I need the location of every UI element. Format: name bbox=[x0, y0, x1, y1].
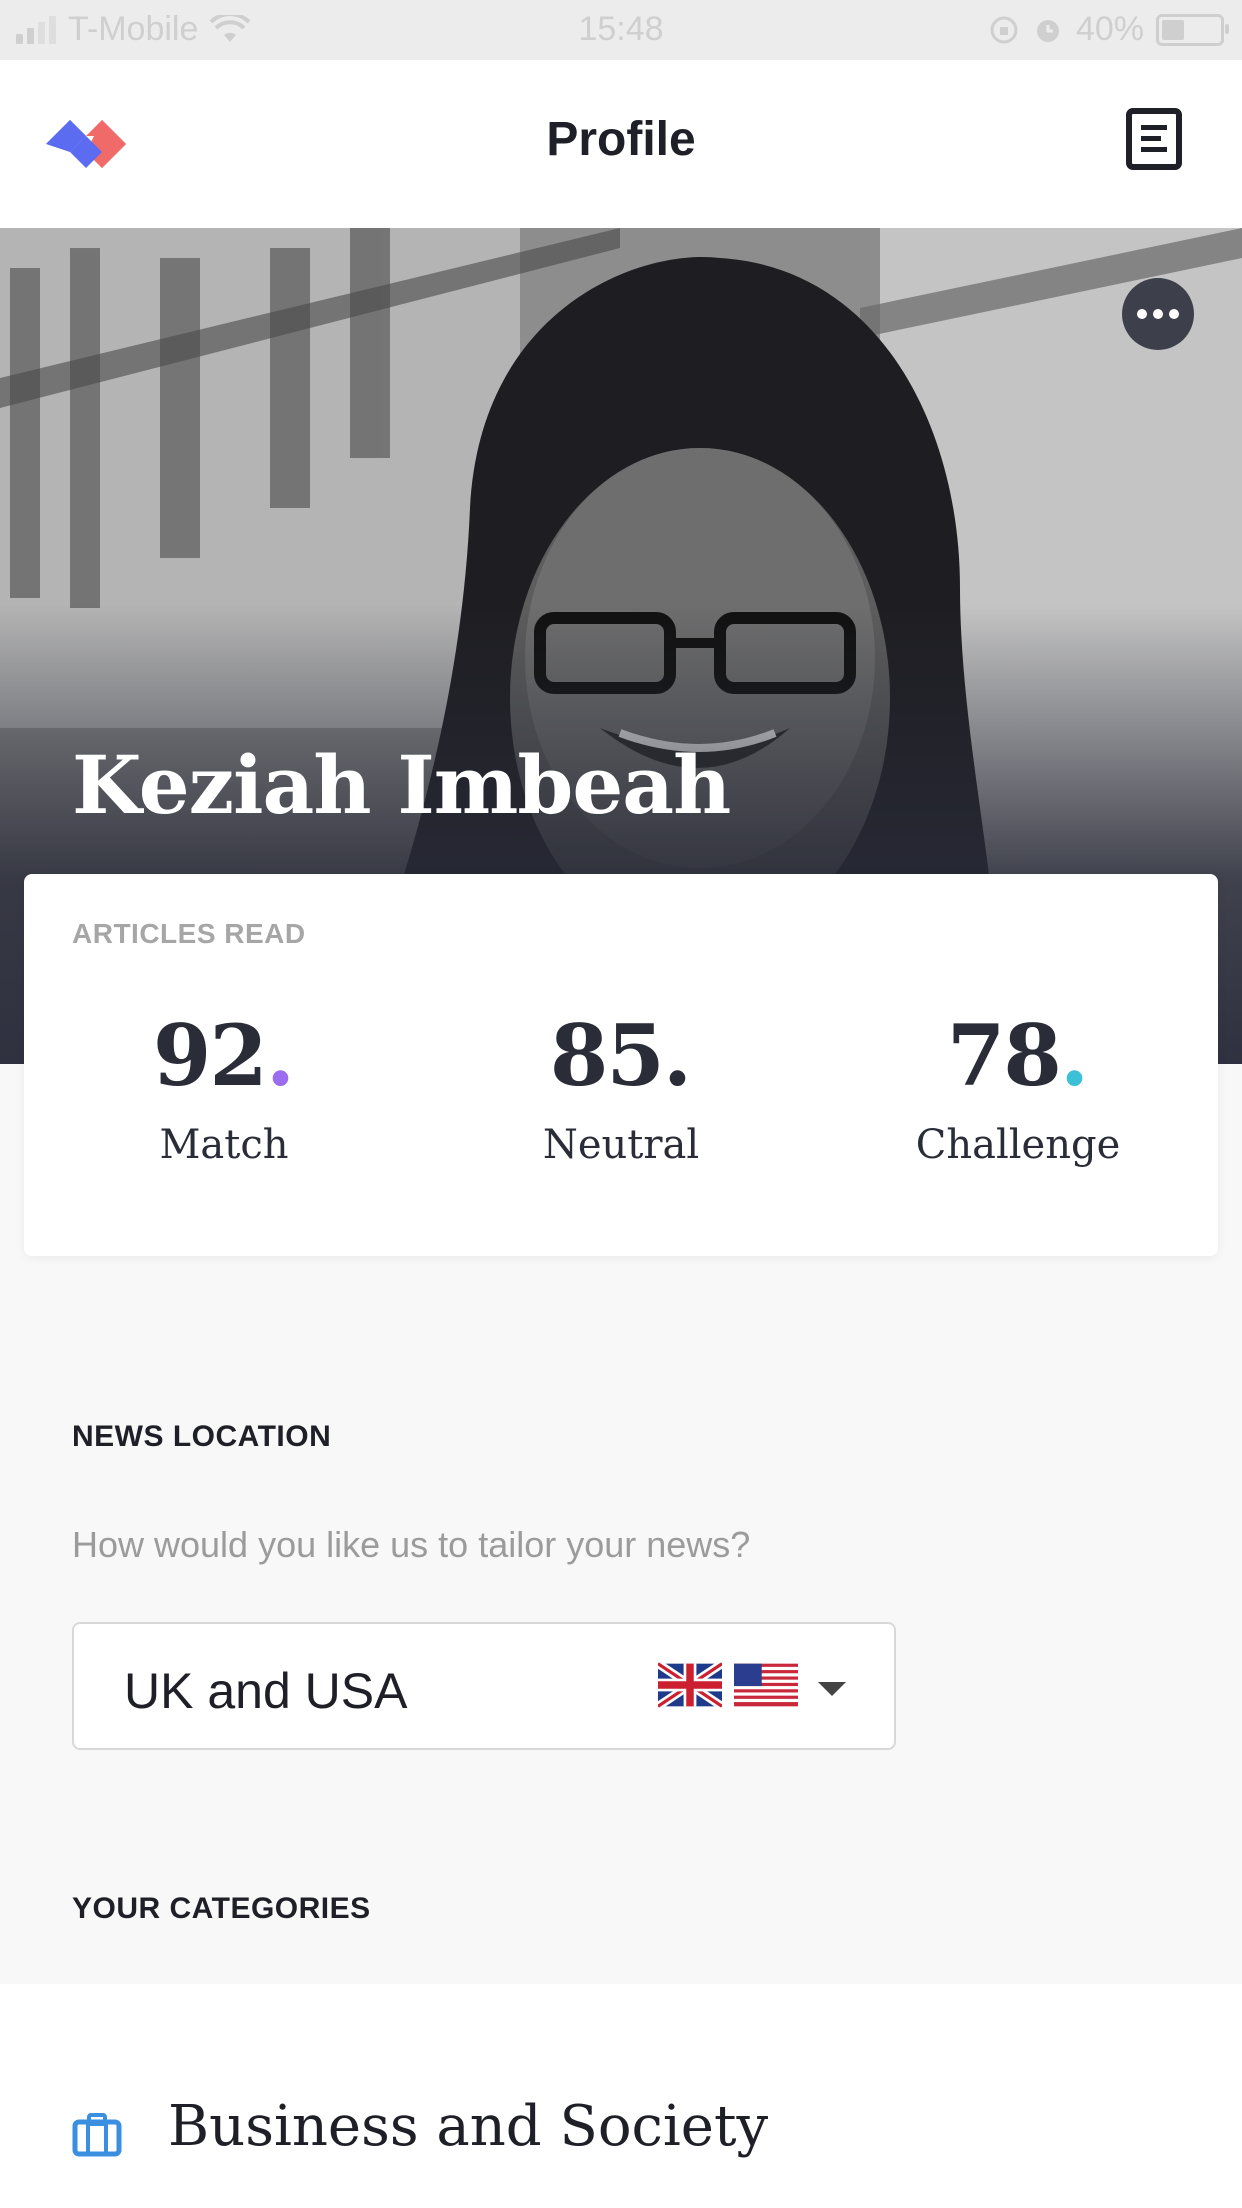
articles-read-label: ARTICLES READ bbox=[72, 918, 306, 949]
category-item[interactable]: Business and Society bbox=[0, 2084, 1242, 2184]
stat-value: 92 bbox=[152, 1006, 268, 1105]
stat-value: 78 bbox=[946, 1006, 1062, 1105]
page-title: Profile bbox=[546, 113, 696, 166]
stat-dot: . bbox=[662, 1006, 693, 1105]
chevron-down-icon bbox=[818, 1682, 846, 1696]
news-location-select[interactable]: UK and USA bbox=[72, 1622, 896, 1750]
articles-list-icon[interactable] bbox=[1126, 108, 1182, 170]
stat-challenge: 78. Challenge bbox=[818, 1014, 1218, 1169]
more-options-button[interactable] bbox=[1122, 278, 1194, 350]
news-location-question: How would you like us to tailor your new… bbox=[72, 1524, 751, 1565]
stat-dot: . bbox=[1059, 1006, 1090, 1105]
more-dot bbox=[1153, 309, 1163, 319]
category-label: Business and Society bbox=[168, 2094, 769, 2159]
more-dot bbox=[1137, 309, 1147, 319]
briefcase-icon bbox=[72, 2113, 122, 2157]
status-right: 40% bbox=[988, 10, 1229, 49]
stat-label: Neutral bbox=[542, 1122, 700, 1168]
your-categories-title: YOUR CATEGORIES bbox=[72, 1892, 371, 1925]
news-location-title: NEWS LOCATION bbox=[72, 1420, 332, 1453]
profile-name: Keziah Imbeah bbox=[72, 738, 731, 832]
stat-label: Challenge bbox=[915, 1122, 1121, 1168]
stat-value: 85 bbox=[549, 1006, 665, 1105]
stat-dot: . bbox=[265, 1006, 296, 1105]
battery-icon bbox=[1156, 13, 1229, 46]
stat-neutral: 85. Neutral bbox=[421, 1014, 821, 1169]
battery-fill bbox=[1162, 19, 1185, 40]
battery-percent: 40% bbox=[1075, 10, 1144, 48]
stat-match: 92. Match bbox=[24, 1014, 424, 1169]
category-list: Business and Society bbox=[0, 1984, 1242, 2208]
articles-read-card: ARTICLES READ 92. Match 85. Neutral 78. … bbox=[24, 874, 1218, 1256]
nav-bar: Profile bbox=[0, 60, 1242, 228]
location-value: UK and USA bbox=[124, 1663, 408, 1719]
orientation-lock-icon bbox=[990, 16, 1018, 43]
status-bar: T-Mobile 15:48 40% bbox=[0, 0, 1242, 60]
uk-flag-icon bbox=[658, 1662, 722, 1708]
alarm-icon bbox=[1036, 19, 1059, 42]
stat-label: Match bbox=[159, 1122, 289, 1168]
more-dot bbox=[1169, 309, 1179, 319]
usa-flag-icon bbox=[734, 1663, 798, 1707]
